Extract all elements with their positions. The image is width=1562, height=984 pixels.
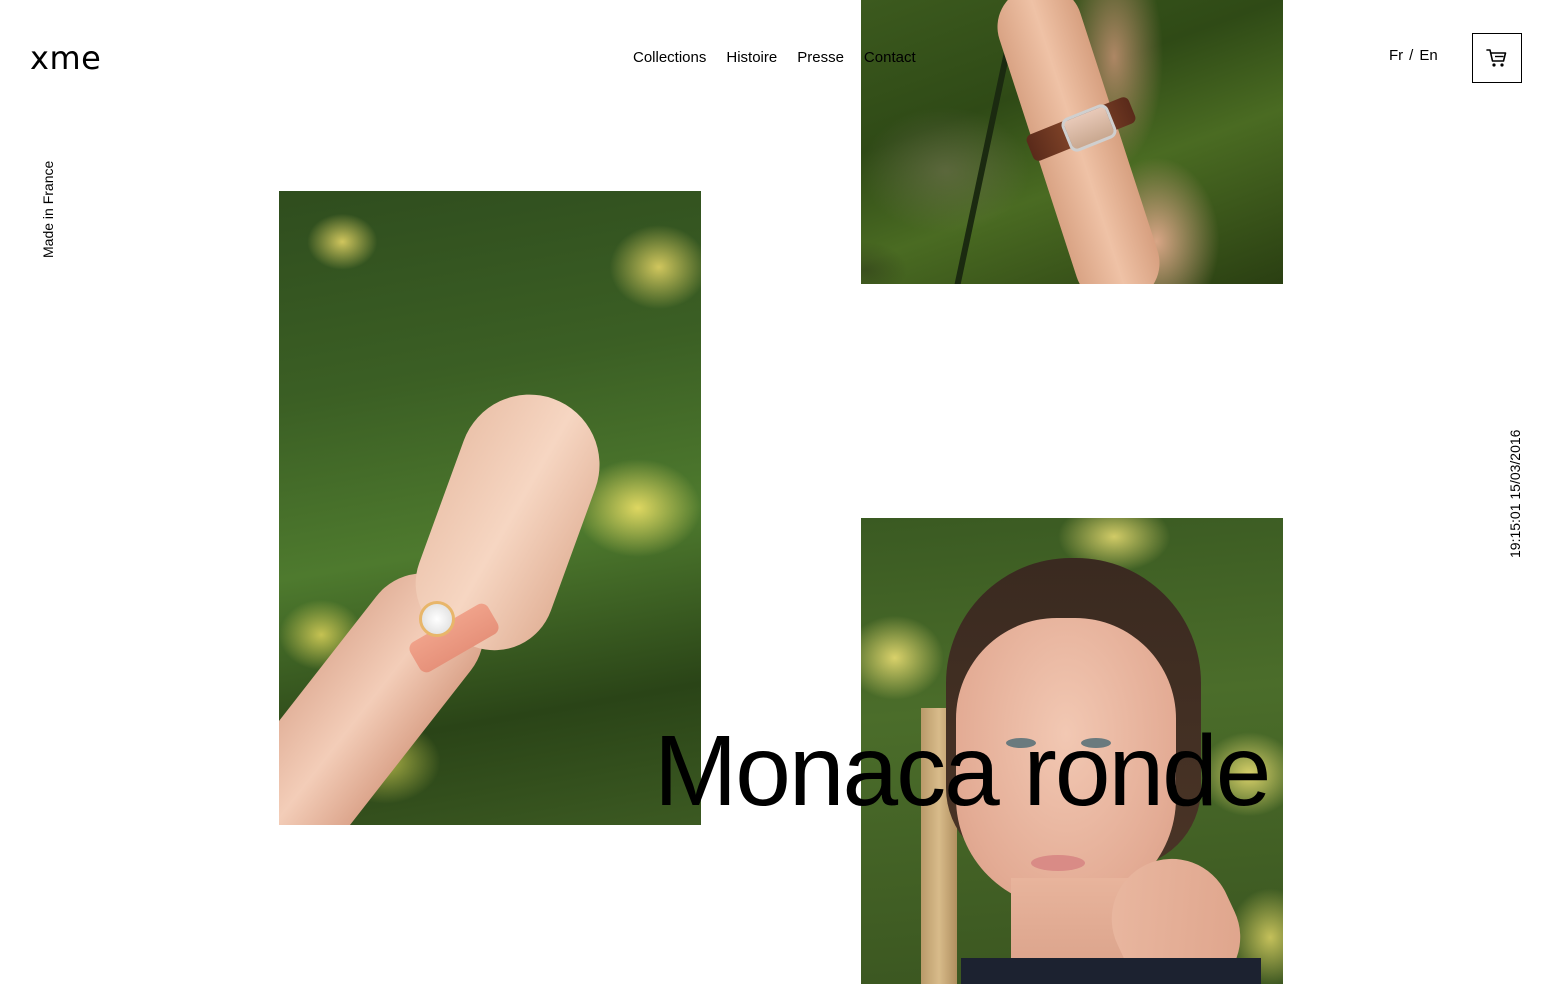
cart-button[interactable] [1472,33,1522,83]
collection-title: Monaca ronde [654,715,1271,827]
cart-icon [1486,49,1507,67]
watch-wrist-photo[interactable] [861,0,1283,284]
main-nav: Collections Histoire Presse Contact [633,48,916,68]
nav-item-presse[interactable]: Presse [797,48,844,68]
nav-item-contact[interactable]: Contact [864,48,916,68]
flower-stem [954,32,1014,284]
lang-separator: / [1409,47,1414,64]
nav-item-collections[interactable]: Collections [633,48,706,68]
hand-mimosa-photo[interactable] [279,191,701,825]
page: xme Made in France Collections Histoire … [0,0,1562,984]
brand-logo[interactable]: xme [30,38,101,78]
lang-fr[interactable]: Fr [1389,46,1403,66]
datetime-label: 19:15:01 15/03/2016 [1507,429,1523,558]
language-switcher: Fr / En [1389,46,1438,66]
lips [1031,855,1085,871]
shirt [961,958,1261,984]
lang-en[interactable]: En [1419,46,1437,66]
nav-item-histoire[interactable]: Histoire [726,48,777,68]
watch-face [419,601,455,637]
made-in-france-label: Made in France [40,160,56,258]
